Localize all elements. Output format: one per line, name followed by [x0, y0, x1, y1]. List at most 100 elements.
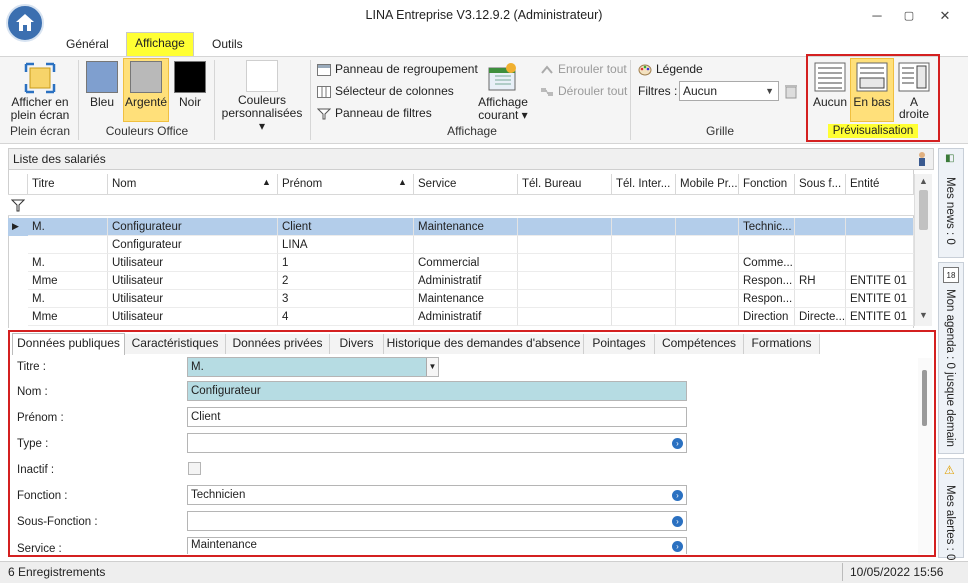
table-cell[interactable]: Utilisateur [108, 290, 278, 308]
custom-colors-label-2[interactable]: personnalisées ▾ [218, 107, 306, 133]
sous-fonction-field[interactable]: › [187, 511, 687, 531]
color-bleu-label[interactable]: Bleu [82, 96, 122, 109]
table-cell[interactable] [846, 236, 914, 254]
current-view-icon[interactable] [487, 62, 519, 92]
table-cell[interactable] [795, 254, 846, 272]
app-logo[interactable] [6, 4, 44, 42]
table-cell[interactable]: M. [28, 218, 108, 236]
tab-outils[interactable]: Outils [204, 34, 251, 56]
table-cell[interactable] [676, 290, 739, 308]
table-cell[interactable]: Respon... [739, 290, 795, 308]
inactif-checkbox[interactable] [188, 462, 201, 475]
sort-ascending-icon[interactable]: ▲ [398, 177, 407, 187]
maximize-button[interactable]: ▢ [898, 6, 920, 26]
scroll-down-icon[interactable]: ▼ [919, 310, 928, 320]
table-cell[interactable]: M. [28, 254, 108, 272]
table-cell[interactable]: 3 [278, 290, 414, 308]
table-cell[interactable]: Client [278, 218, 414, 236]
column-header[interactable]: Titre [28, 174, 108, 194]
table-cell[interactable]: 1 [278, 254, 414, 272]
table-cell[interactable] [518, 236, 612, 254]
detail-scroll-thumb[interactable] [922, 370, 927, 426]
table-cell[interactable]: Commercial [414, 254, 518, 272]
selecteur-colonnes-button[interactable]: Sélecteur de colonnes [317, 82, 454, 100]
table-cell[interactable] [518, 254, 612, 272]
grid-scrollbar[interactable]: ▲ ▼ [914, 174, 932, 326]
color-noir-label[interactable]: Noir [170, 96, 210, 109]
table-cell[interactable]: ENTITE 01 [846, 308, 914, 326]
column-header[interactable]: Tél. Bureau [518, 174, 612, 194]
detail-tab[interactable]: Données privées [226, 334, 330, 354]
table-cell[interactable]: Mme [28, 272, 108, 290]
table-cell[interactable] [612, 236, 676, 254]
filtres-select[interactable]: Aucun ▼ [679, 81, 779, 101]
table-cell[interactable]: ENTITE 01 [846, 290, 914, 308]
column-header[interactable]: Tél. Inter... [612, 174, 676, 194]
preview-en-bas-label[interactable]: En bas [850, 96, 894, 109]
table-cell[interactable]: Technic... [739, 218, 795, 236]
swatch-bleu[interactable] [86, 61, 118, 93]
table-cell[interactable] [612, 254, 676, 272]
table-cell[interactable] [518, 272, 612, 290]
table-cell[interactable] [795, 218, 846, 236]
swatch-argente[interactable] [130, 61, 162, 93]
table-cell[interactable]: Respon... [739, 272, 795, 290]
table-cell[interactable]: ENTITE 01 [846, 272, 914, 290]
table-cell[interactable] [676, 254, 739, 272]
detail-tab[interactable]: Divers [330, 334, 384, 354]
chevron-down-icon[interactable]: ▼ [426, 358, 438, 376]
detail-tab[interactable]: Données publiques [12, 333, 125, 355]
table-cell[interactable]: Directe... [795, 308, 846, 326]
table-cell[interactable] [612, 272, 676, 290]
derouler-tout-button[interactable]: Dérouler tout [540, 82, 627, 100]
table-cell[interactable] [676, 236, 739, 254]
column-header[interactable]: Sous f... [795, 174, 846, 194]
table-cell[interactable]: Maintenance [414, 290, 518, 308]
table-cell[interactable]: Configurateur [108, 218, 278, 236]
table-cell[interactable]: Mme [28, 308, 108, 326]
table-cell[interactable] [612, 218, 676, 236]
table-cell[interactable] [846, 218, 914, 236]
table-cell[interactable] [676, 308, 739, 326]
pin-icon[interactable]: ◧ [945, 153, 954, 164]
table-cell[interactable]: Administratif [414, 272, 518, 290]
affichage-courant-label-2[interactable]: courant ▾ [472, 109, 534, 122]
tab-affichage[interactable]: Affichage [126, 32, 194, 56]
column-header[interactable]: Mobile Pr... [676, 174, 739, 194]
enrouler-tout-button[interactable]: Enrouler tout [540, 60, 627, 78]
legende-button[interactable]: Légende [638, 60, 703, 78]
table-cell[interactable] [612, 290, 676, 308]
preview-aucun-label[interactable]: Aucun [810, 96, 850, 109]
lookup-icon[interactable]: › [672, 541, 683, 552]
lookup-icon[interactable]: › [672, 438, 683, 449]
table-cell[interactable] [518, 290, 612, 308]
detail-scrollbar[interactable] [918, 358, 932, 554]
filter-row[interactable] [8, 194, 914, 216]
column-header[interactable]: Fonction [739, 174, 795, 194]
table-cell[interactable] [846, 254, 914, 272]
table-cell[interactable] [518, 308, 612, 326]
table-cell[interactable]: Utilisateur [108, 308, 278, 326]
column-header[interactable]: Entité [846, 174, 914, 194]
table-cell[interactable] [795, 290, 846, 308]
table-cell[interactable] [28, 236, 108, 254]
detail-tab[interactable]: Pointages [584, 334, 655, 354]
prenom-field[interactable]: Client [187, 407, 687, 427]
clear-filter-icon[interactable] [784, 83, 798, 99]
fullscreen-icon[interactable] [24, 62, 56, 94]
preview-right-icon[interactable] [898, 62, 930, 92]
fullscreen-button-label-2[interactable]: plein écran [6, 109, 74, 122]
tab-general[interactable]: Général [58, 34, 117, 56]
scroll-up-icon[interactable]: ▲ [919, 176, 928, 186]
table-cell[interactable]: LINA [278, 236, 414, 254]
table-cell[interactable]: 4 [278, 308, 414, 326]
scroll-thumb[interactable] [919, 190, 928, 230]
detail-tab[interactable]: Formations [744, 334, 820, 354]
panneau-regroupement-button[interactable]: Panneau de regroupement [317, 60, 478, 78]
table-cell[interactable] [739, 236, 795, 254]
table-cell[interactable] [795, 236, 846, 254]
table-cell[interactable] [676, 218, 739, 236]
custom-color-icon[interactable] [246, 60, 278, 92]
nom-field[interactable]: Configurateur [187, 381, 687, 401]
table-cell[interactable]: Utilisateur [108, 272, 278, 290]
